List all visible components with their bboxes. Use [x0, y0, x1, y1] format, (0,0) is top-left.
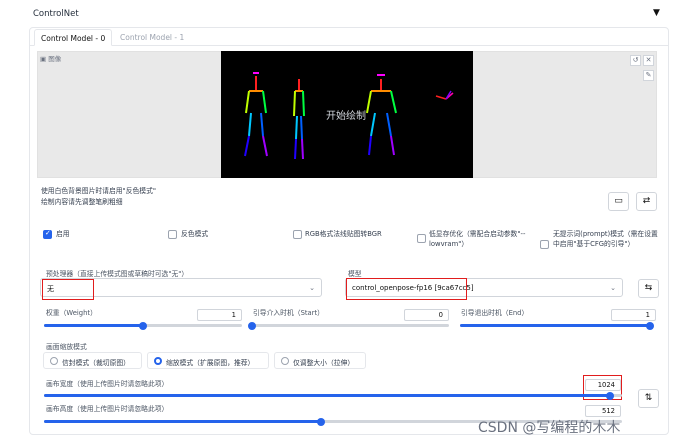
- rgb-bgr-label: RGB格式法线贴图转BGR: [305, 230, 382, 238]
- guidance-end-input[interactable]: 1: [611, 309, 656, 321]
- canvas-height-label: 画布高度（使用上传图片时请忽略此项）: [46, 405, 169, 413]
- canvas-height-slider-fill: [44, 420, 322, 423]
- section-title: ControlNet: [33, 9, 79, 19]
- canvas-width-label: 画布宽度（使用上传图片时请忽略此项）: [46, 380, 169, 388]
- chevron-down-icon: ⌄: [309, 284, 315, 292]
- image-label: ▣ 图像: [40, 55, 62, 63]
- radio-envelope[interactable]: [50, 357, 58, 365]
- watermark: CSDN @写编程的木木: [478, 420, 621, 436]
- model-label: 模型: [348, 270, 362, 278]
- image-icon: ▣: [40, 55, 49, 63]
- resize-mode-stretch[interactable]: 仅调整大小（拉伸）: [274, 352, 366, 369]
- hint-invert: 使用白色背景图片时请启用"反色模式": [41, 187, 157, 195]
- guidance-end-slider-fill: [460, 324, 650, 327]
- radio-stretch[interactable]: [281, 357, 289, 365]
- canvas-height-slider-thumb[interactable]: [317, 417, 326, 426]
- invert-label: 反色模式: [181, 230, 209, 238]
- guidance-end-label: 引导退出时机（End）: [461, 309, 529, 317]
- canvas-width-slider-fill: [44, 394, 611, 397]
- model-highlight: [346, 278, 467, 300]
- resize-mode-scale[interactable]: 缩放模式（扩展原图，推荐）: [147, 352, 269, 369]
- invert-checkbox[interactable]: [168, 230, 177, 239]
- guess-mode-checkbox[interactable]: [540, 240, 549, 249]
- weight-input[interactable]: 1: [197, 309, 242, 321]
- swap-dimensions-icon[interactable]: ⇅: [638, 389, 659, 408]
- preprocessor-label: 预处理器（直接上传模式图或草稿时可选"无"）: [46, 270, 189, 278]
- weight-label: 权重（Weight）: [46, 309, 97, 317]
- canvas-height-input[interactable]: 512: [585, 405, 621, 417]
- camera-icon[interactable]: ▭: [608, 192, 629, 211]
- close-icon[interactable]: ✕: [643, 55, 654, 66]
- swap-icon[interactable]: ⇄: [636, 192, 657, 211]
- guidance-start-input[interactable]: 0: [404, 309, 449, 321]
- preprocessor-highlight: [42, 279, 94, 300]
- hint-brush: 绘制内容请先调整笔刷粗细: [41, 198, 123, 206]
- collapse-icon[interactable]: ▼: [653, 8, 660, 18]
- tab-control-model-1[interactable]: Control Model - 1: [114, 29, 190, 46]
- guidance-end-slider-thumb[interactable]: [646, 321, 654, 330]
- resize-mode-label: 画面缩放模式: [46, 343, 87, 351]
- guidance-start-slider-thumb[interactable]: [248, 321, 256, 330]
- enable-checkbox[interactable]: [43, 229, 52, 239]
- guidance-start-label: 引导介入时机（Start）: [253, 309, 324, 317]
- lowvram-label: 低显存优化（需配合启动参数"--lowvram"）: [429, 230, 526, 248]
- enable-label: 启用: [56, 230, 70, 238]
- canvas-width-slider-thumb[interactable]: [606, 391, 615, 400]
- guess-mode-label: 无提示词(prompt)模式（需在设置中启用"基于CFG的引导"）: [553, 230, 658, 248]
- weight-slider[interactable]: [44, 321, 242, 330]
- canvas-width-slider[interactable]: [44, 391, 622, 400]
- guidance-start-slider[interactable]: [248, 321, 449, 330]
- tab-control-model-0[interactable]: Control Model - 0: [34, 29, 113, 46]
- refresh-models-icon[interactable]: ⇆: [638, 279, 659, 298]
- rgb-bgr-checkbox[interactable]: [293, 230, 302, 239]
- radio-scale[interactable]: [154, 357, 162, 365]
- guidance-end-slider[interactable]: [460, 321, 654, 330]
- lowvram-checkbox[interactable]: [417, 234, 426, 243]
- brush-icon[interactable]: ✎: [643, 70, 654, 81]
- weight-slider-fill: [44, 324, 143, 327]
- chevron-down-icon: ⌄: [610, 284, 616, 292]
- weight-slider-thumb[interactable]: [139, 321, 147, 330]
- undo-icon[interactable]: ↺: [630, 55, 641, 66]
- canvas-overlay-text: 开始绘制: [326, 111, 366, 122]
- resize-mode-envelope[interactable]: 信封模式（裁切原图）: [43, 352, 142, 369]
